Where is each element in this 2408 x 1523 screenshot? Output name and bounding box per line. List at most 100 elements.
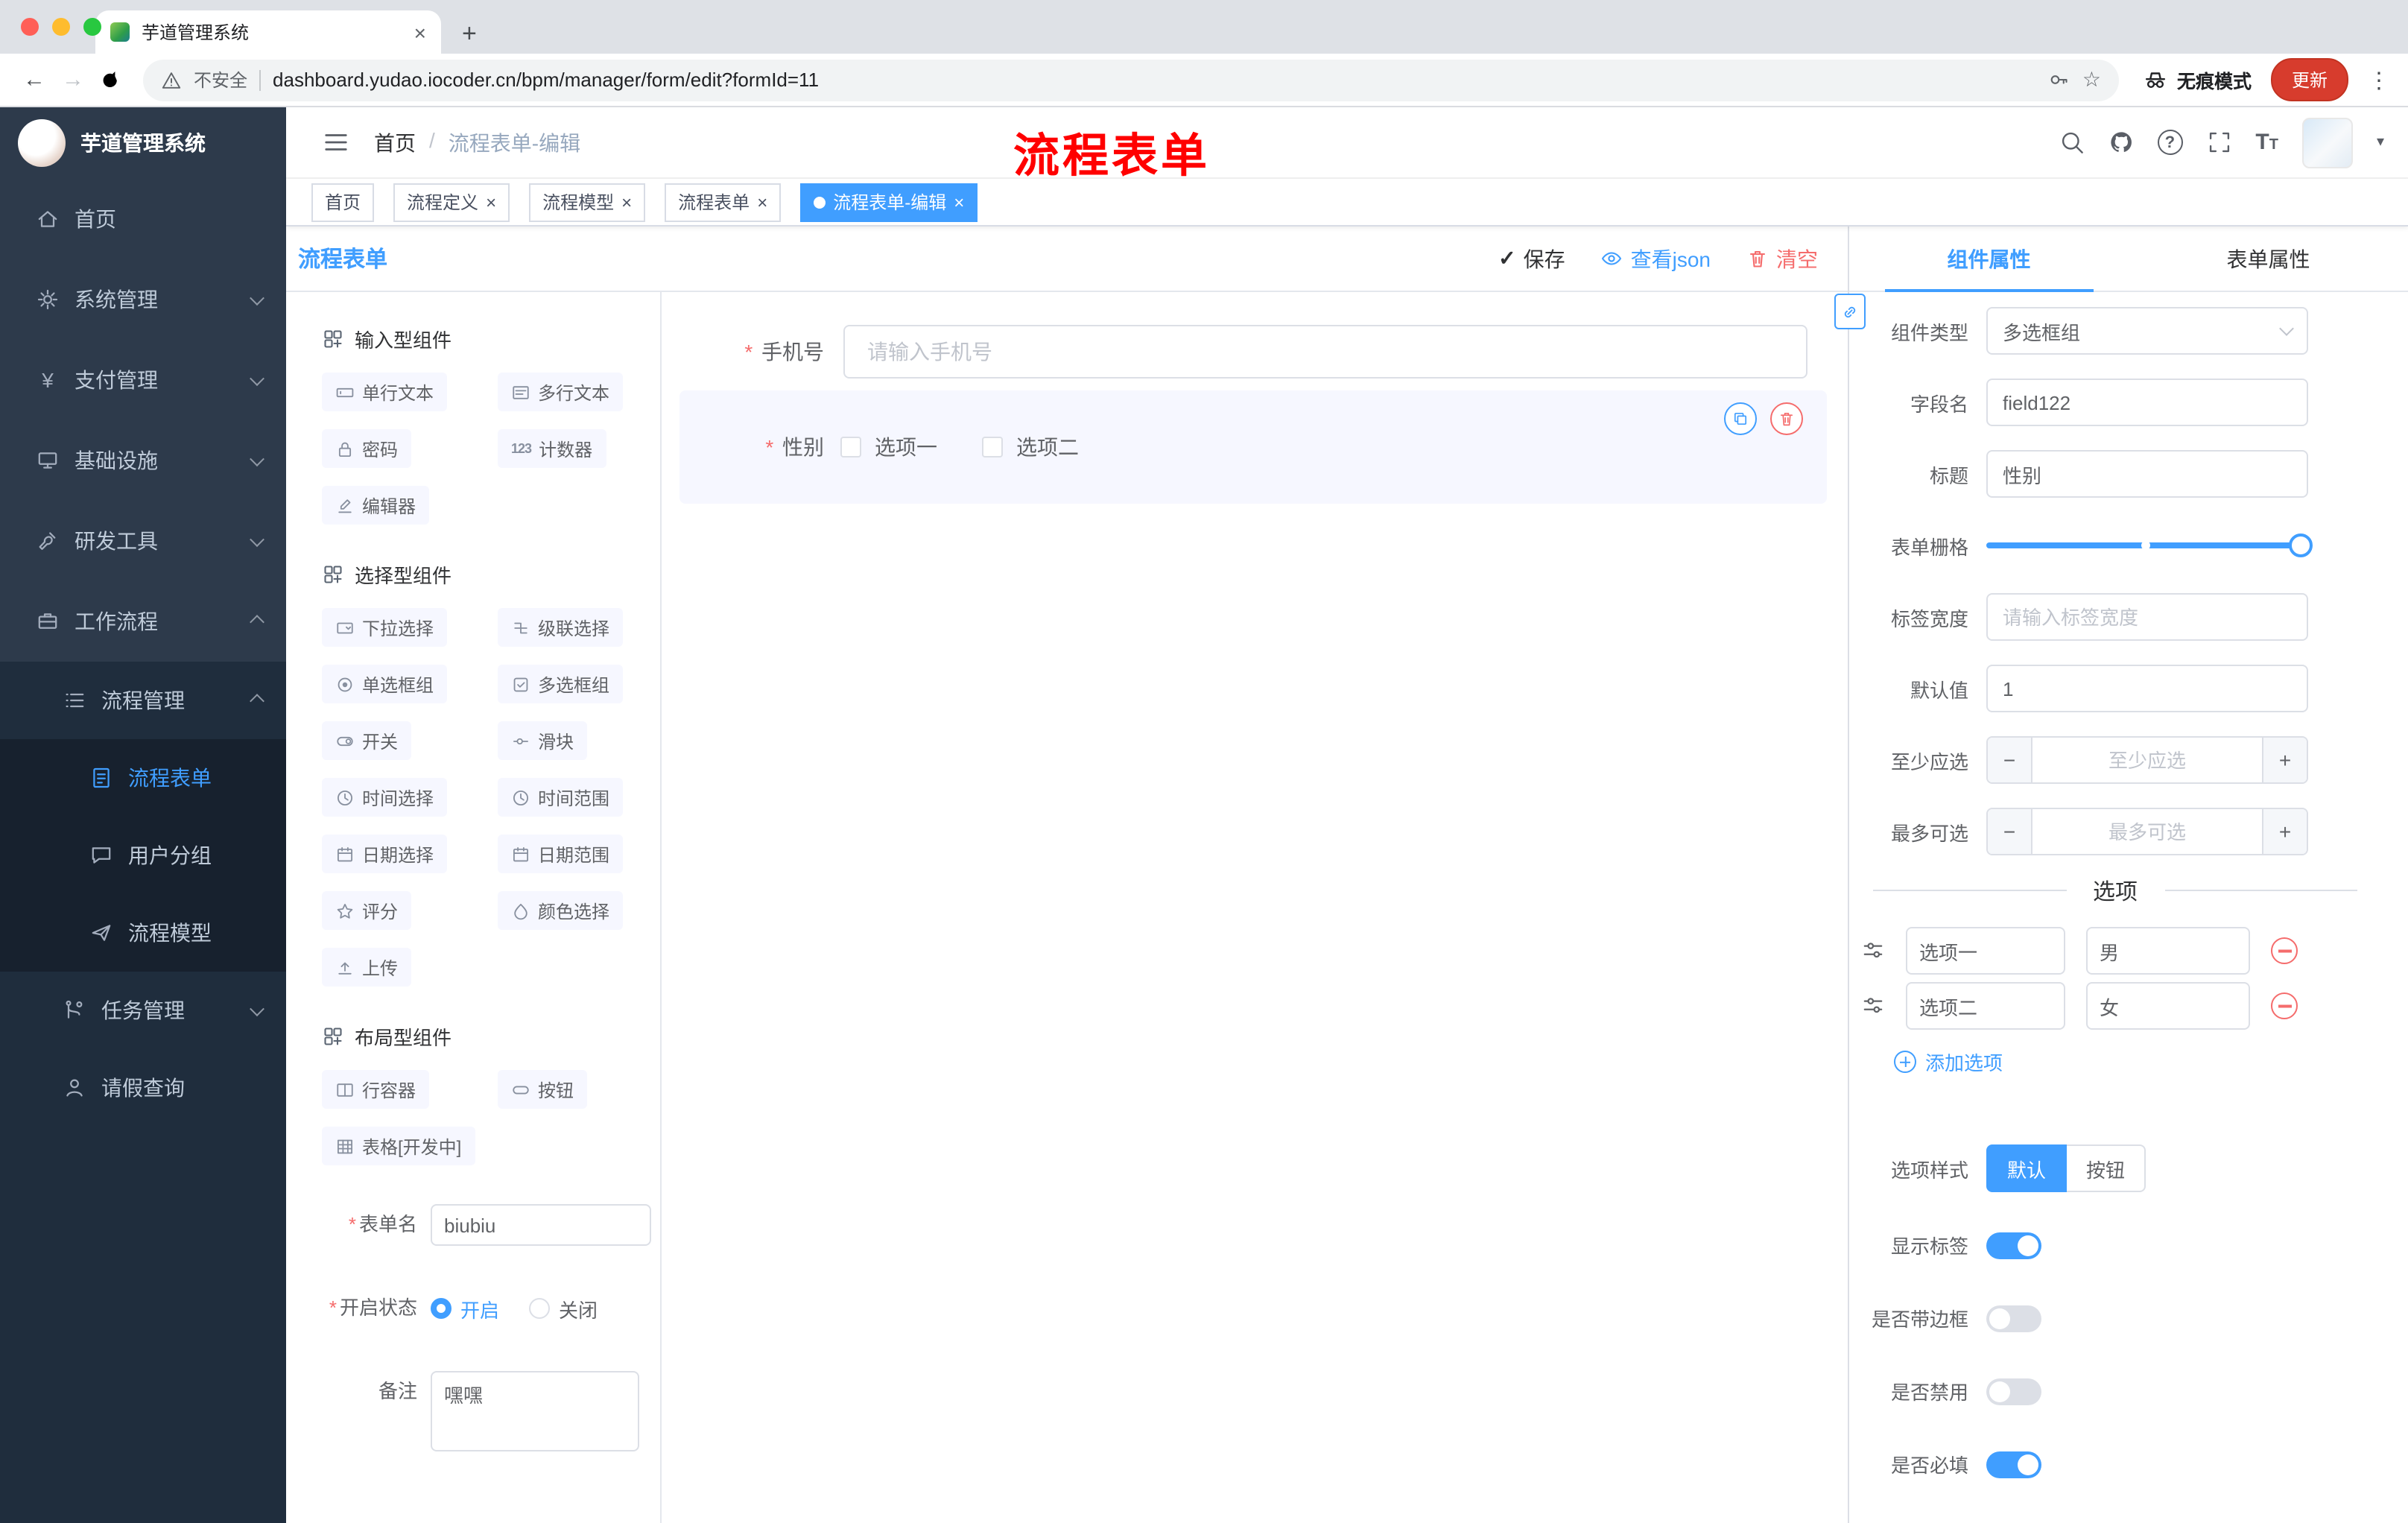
show-label-toggle[interactable] (1986, 1232, 2041, 1258)
sidebar-item-user-group[interactable]: 用户分组 (0, 817, 286, 894)
chip-select[interactable]: 下拉选择 (322, 608, 448, 647)
component-type-select[interactable]: 多选框组 (1986, 307, 2308, 355)
sidebar-item-leave-query[interactable]: 请假查询 (0, 1049, 286, 1127)
sidebar-item-workflow[interactable]: 工作流程 (0, 581, 286, 662)
chip-switch[interactable]: 开关 (322, 721, 412, 760)
slider-handle[interactable] (2289, 533, 2313, 557)
browser-tab[interactable]: 芋道管理系统 × (95, 10, 441, 54)
chip-date-range[interactable]: 日期范围 (498, 835, 624, 873)
drag-handle-icon[interactable] (1861, 994, 1885, 1018)
checkbox-icon[interactable] (982, 437, 1003, 457)
option-1-label-input[interactable] (1906, 927, 2065, 975)
sidebar-item-payment[interactable]: ¥ 支付管理 (0, 340, 286, 420)
chip-time-picker[interactable]: 时间选择 (322, 778, 448, 817)
browser-update-button[interactable]: 更新 (2270, 58, 2348, 101)
required-toggle[interactable] (1986, 1451, 2041, 1478)
zoom-window-button[interactable] (83, 18, 101, 36)
close-icon[interactable]: × (486, 193, 496, 211)
chip-single-line-text[interactable]: 单行文本 (322, 373, 448, 411)
bordered-toggle[interactable] (1986, 1305, 2041, 1332)
help-icon[interactable]: ? (2157, 130, 2183, 155)
style-button-button[interactable]: 按钮 (2067, 1144, 2146, 1192)
field-name-input[interactable] (1986, 379, 2308, 426)
min-select-input[interactable] (2032, 738, 2262, 782)
sidebar-item-system[interactable]: 系统管理 (0, 259, 286, 340)
sidebar-item-task-management[interactable]: 任务管理 (0, 972, 286, 1049)
close-icon[interactable]: × (757, 193, 767, 211)
close-icon[interactable]: × (621, 193, 632, 211)
sidebar-item-devtools[interactable]: 研发工具 (0, 501, 286, 581)
chip-multi-line-text[interactable]: 多行文本 (498, 373, 624, 411)
increase-button[interactable]: + (2262, 738, 2307, 782)
title-input[interactable] (1986, 450, 2308, 498)
tab-component-props[interactable]: 组件属性 (1849, 227, 2129, 292)
tag-process-model[interactable]: 流程模型 × (529, 183, 646, 221)
label-width-input[interactable] (1986, 593, 2308, 641)
avatar-caret-icon[interactable]: ▾ (2377, 134, 2384, 151)
clear-button[interactable]: 清空 (1746, 244, 1818, 273)
close-icon[interactable]: × (954, 193, 964, 211)
tab-close-icon[interactable]: × (414, 22, 426, 42)
default-value-input[interactable] (1986, 665, 2308, 712)
tag-process-form[interactable]: 流程表单 × (665, 183, 782, 221)
chip-editor[interactable]: 编辑器 (322, 486, 430, 525)
reload-button[interactable] (98, 68, 122, 92)
grid-slider[interactable] (1986, 522, 2313, 569)
checkbox-option-2[interactable]: 选项二 (982, 432, 1079, 462)
chip-button[interactable]: 按钮 (498, 1070, 588, 1109)
back-button[interactable]: ← (15, 67, 54, 92)
chip-date-picker[interactable]: 日期选择 (322, 835, 448, 873)
radio-status-off[interactable]: 关闭 (529, 1294, 598, 1323)
tag-process-form-edit[interactable]: 流程表单-编辑 × (800, 183, 978, 221)
sidebar-item-home[interactable]: 首页 (0, 179, 286, 259)
forward-button[interactable]: → (54, 67, 92, 92)
chip-radio-group[interactable]: 单选框组 (322, 665, 448, 703)
chip-table[interactable]: 表格[开发中] (322, 1127, 475, 1165)
option-2-value-input[interactable] (2086, 982, 2250, 1030)
remove-option-icon[interactable] (2271, 992, 2298, 1019)
tag-process-definition[interactable]: 流程定义 × (393, 183, 510, 221)
chip-rate[interactable]: 评分 (322, 891, 412, 930)
drag-handle-icon[interactable] (1861, 939, 1885, 963)
chip-upload[interactable]: 上传 (322, 948, 412, 987)
disabled-toggle[interactable] (1986, 1378, 2041, 1405)
minimize-window-button[interactable] (52, 18, 70, 36)
gender-field-widget-selected[interactable]: * 性别 选项一 选项二 (679, 390, 1827, 504)
address-bar[interactable]: 不安全 dashboard.yudao.iocoder.cn/bpm/manag… (143, 59, 2119, 101)
option-1-value-input[interactable] (2086, 927, 2250, 975)
radio-status-on[interactable]: 开启 (431, 1294, 499, 1323)
sidebar-item-infrastructure[interactable]: 基础设施 (0, 420, 286, 501)
remove-option-icon[interactable] (2271, 937, 2298, 964)
tag-home[interactable]: 首页 (311, 183, 375, 221)
password-manager-icon[interactable] (2048, 69, 2070, 91)
new-tab-button[interactable]: + (462, 21, 477, 46)
form-remark-textarea[interactable]: 嘿嘿 (431, 1371, 639, 1451)
sidebar-item-process-management[interactable]: 流程管理 (0, 662, 286, 739)
max-select-input[interactable] (2032, 809, 2262, 854)
phone-input[interactable] (843, 325, 1807, 379)
chip-time-range[interactable]: 时间范围 (498, 778, 624, 817)
fullscreen-icon[interactable] (2206, 130, 2231, 155)
checkbox-icon[interactable] (840, 437, 861, 457)
panel-link-handle[interactable] (1834, 294, 1866, 329)
decrease-button[interactable]: − (1988, 809, 2032, 854)
sidebar-item-process-model[interactable]: 流程模型 (0, 894, 286, 972)
chip-cascader[interactable]: 级联选择 (498, 608, 624, 647)
github-icon[interactable] (2108, 130, 2133, 155)
breadcrumb-home[interactable]: 首页 (374, 127, 416, 157)
chip-row-container[interactable]: 行容器 (322, 1070, 430, 1109)
chip-password[interactable]: 密码 (322, 429, 412, 468)
add-option-button[interactable]: 添加选项 (1894, 1048, 2378, 1076)
bookmark-star-icon[interactable]: ☆ (2082, 67, 2101, 92)
checkbox-option-1[interactable]: 选项一 (840, 432, 937, 462)
url-text[interactable]: dashboard.yudao.iocoder.cn/bpm/manager/f… (273, 69, 2036, 91)
font-size-icon[interactable]: TT (2255, 130, 2278, 155)
user-avatar[interactable] (2301, 117, 2353, 168)
chip-counter[interactable]: 123 计数器 (498, 429, 606, 468)
style-default-button[interactable]: 默认 (1986, 1144, 2068, 1192)
form-name-input[interactable] (431, 1204, 651, 1246)
view-json-button[interactable]: 查看json (1601, 244, 1711, 273)
chip-slider[interactable]: 滑块 (498, 721, 588, 760)
option-2-label-input[interactable] (1906, 982, 2065, 1030)
increase-button[interactable]: + (2262, 809, 2307, 854)
